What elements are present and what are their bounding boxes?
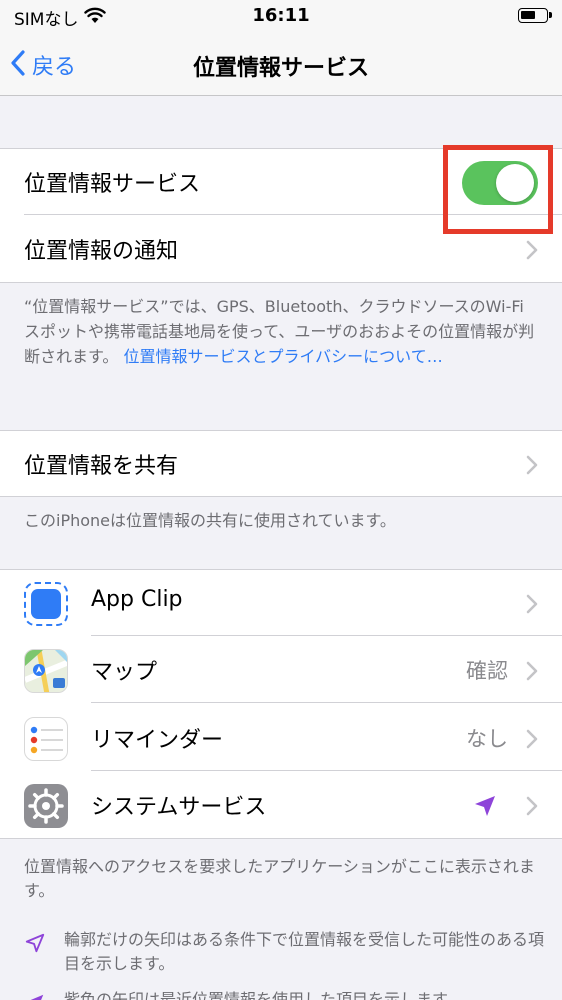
apps-note: 位置情報へのアクセスを要求したアプリケーションがここに表示されます。 (24, 857, 535, 900)
share-location-label: 位置情報を共有 (24, 454, 179, 479)
purple-arrow-icon (24, 992, 46, 1000)
chevron-right-icon (526, 661, 538, 685)
app-name: App Clip (91, 587, 183, 612)
highlight-box (443, 145, 553, 234)
location-services-label: 位置情報サービス (24, 172, 201, 197)
hollow-arrow-icon (24, 932, 46, 958)
row-separator (91, 635, 562, 636)
app-name: リマインダー (91, 728, 224, 753)
app-row-reminders[interactable]: リマインダー なし (0, 705, 562, 771)
battery-icon (518, 8, 548, 23)
app-row-appclip[interactable]: App Clip (0, 570, 562, 636)
navigation-bar: 戻る 位置情報サービス (0, 34, 562, 96)
row-separator (91, 702, 562, 703)
share-location-group: 位置情報を共有 (0, 430, 562, 497)
app-row-system-services[interactable]: システムサービス (0, 772, 562, 838)
maps-icon (24, 649, 68, 693)
status-bar: SIMなし 16:11 (0, 0, 562, 34)
legend-text: 紫色の矢印は最近位置情報を使用した項目を示します。 (64, 990, 463, 1000)
clock: 16:11 (252, 5, 310, 26)
app-clip-icon (24, 582, 68, 626)
purple-arrow-icon (473, 794, 497, 822)
app-row-maps[interactable]: マップ 確認 (0, 637, 562, 703)
chevron-right-icon (526, 240, 538, 264)
page-title: 位置情報サービス (192, 56, 369, 81)
chevron-right-icon (526, 455, 538, 479)
reminders-icon (24, 717, 68, 761)
location-description: “位置情報サービス”では、GPS、Bluetooth、クラウドソースのWi-Fi… (24, 294, 538, 369)
privacy-link[interactable]: 位置情報サービスとプライバシーについて… (124, 347, 443, 366)
app-name: システムサービス (91, 795, 267, 820)
chevron-right-icon (526, 729, 538, 753)
row-separator (91, 770, 562, 771)
chevron-right-icon (526, 796, 538, 820)
app-name: マップ (91, 660, 158, 685)
permission-value: 確認 (466, 659, 508, 683)
share-note: このiPhoneは位置情報の共有に使用されています。 (24, 511, 396, 530)
legend-text: 輪郭だけの矢印はある条件下で位置情報を受信した可能性のある項目を示します。 (64, 930, 545, 973)
apps-group: App Clip マップ 確認 リマインダー なし システムサービス (0, 569, 562, 839)
location-alerts-label: 位置情報の通知 (24, 239, 179, 264)
battery-tip (549, 12, 552, 18)
share-location-row[interactable]: 位置情報を共有 (0, 431, 562, 497)
permission-value: なし (466, 727, 508, 751)
gear-icon (24, 784, 68, 828)
chevron-right-icon (526, 594, 538, 618)
